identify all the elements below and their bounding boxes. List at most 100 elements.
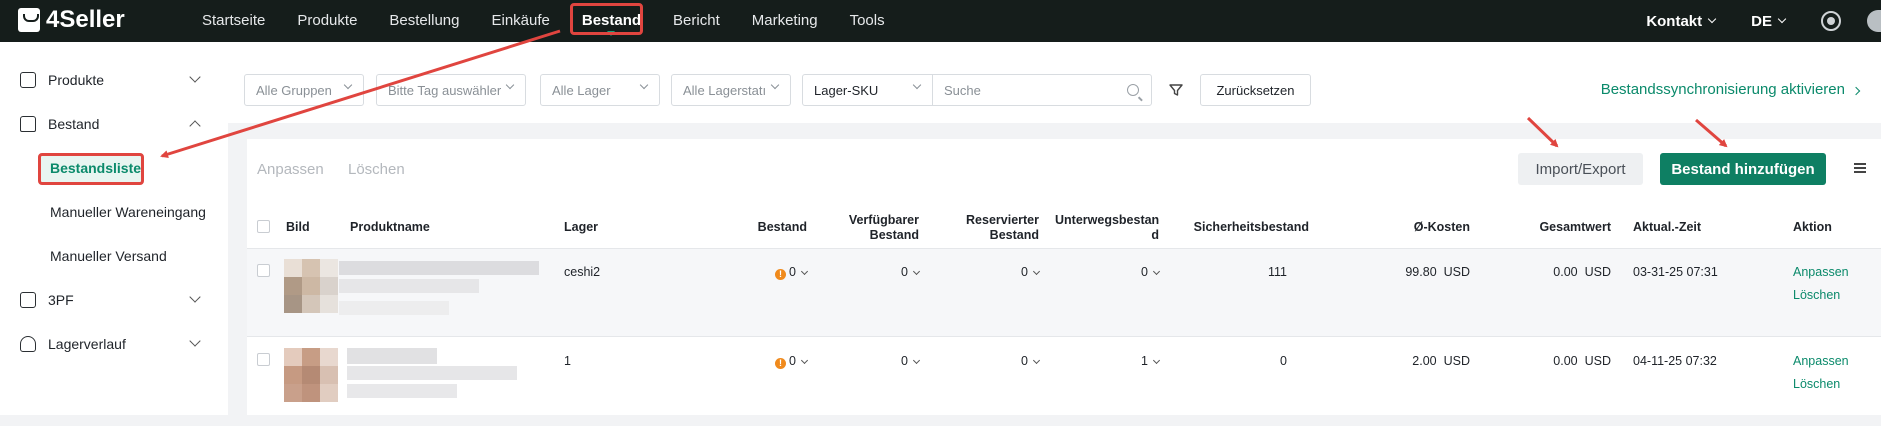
nav-tools[interactable]: Tools <box>834 0 901 42</box>
chevron-down-icon <box>912 80 922 90</box>
chevron-down-icon <box>189 71 201 83</box>
reset-button[interactable]: Zurücksetzen <box>1200 74 1311 106</box>
search-icon <box>1127 84 1139 96</box>
annotation-highlight-nav <box>570 3 643 35</box>
stock-value: 0 <box>789 354 796 368</box>
sync-activate-link[interactable]: Bestandssynchronisierung aktivieren <box>1600 81 1861 98</box>
nav-produkte[interactable]: Produkte <box>281 0 373 42</box>
chevron-down-icon <box>912 356 921 365</box>
column-header-total-value: Gesamtwert <box>1539 220 1611 234</box>
app-logo[interactable]: 4Seller <box>18 6 125 34</box>
column-header-available-line2: Bestand <box>869 228 919 242</box>
reserved-cell[interactable]: 0 <box>957 354 1041 368</box>
row-delete-link[interactable]: Löschen <box>1793 288 1840 302</box>
language-menu[interactable]: DE <box>1751 12 1787 30</box>
filter-bar: Alle Gruppen Bitte Tag auswähler Alle La… <box>228 42 1881 123</box>
row-adjust-link[interactable]: Anpassen <box>1793 265 1849 279</box>
column-header-transit: Unterwegsbestan d <box>1055 213 1159 243</box>
product-image[interactable] <box>284 259 338 313</box>
sidebar-item-label: Bestand <box>48 116 100 132</box>
stock-status-select[interactable]: Alle Lagerstatı <box>671 74 791 106</box>
group-select[interactable]: Alle Gruppen <box>244 74 364 106</box>
column-header-avg-cost: Ø-Kosten <box>1413 220 1470 234</box>
row-checkbox[interactable] <box>257 353 270 366</box>
chevron-right-icon <box>1851 86 1861 96</box>
column-header-available-line1: Verfügbarer <box>848 213 919 227</box>
search-input[interactable]: Suche <box>932 74 1152 106</box>
transit-cell[interactable]: 0 <box>1055 265 1161 279</box>
column-header-reserved-line2: Bestand <box>989 228 1039 242</box>
chevron-down-icon <box>770 80 780 90</box>
reserved-cell[interactable]: 0 <box>957 265 1041 279</box>
safety-stock-cell: 0 <box>1280 354 1287 368</box>
settings-gear-icon[interactable] <box>1821 11 1841 31</box>
add-stock-button[interactable]: Bestand hinzufügen <box>1660 153 1826 185</box>
sidebar-item-label: Produkte <box>48 72 105 88</box>
chevron-down-icon <box>639 80 649 90</box>
language-label: DE <box>1751 12 1772 30</box>
row-checkbox[interactable] <box>257 264 270 277</box>
sidebar-item-lagerverlauf[interactable]: Lagerverlauf <box>0 328 228 360</box>
safety-stock-cell: 111 <box>1267 265 1287 279</box>
sidebar-item-produkte[interactable]: Produkte <box>0 64 228 96</box>
column-header-image: Bild <box>286 220 310 234</box>
chevron-up-icon <box>189 120 201 132</box>
warehouse-select[interactable]: Alle Lager <box>540 74 660 106</box>
chevron-down-icon <box>189 335 201 347</box>
column-header-product: Produktname <box>350 220 430 234</box>
stock-cell[interactable]: ! 0 <box>727 354 809 369</box>
sidebar: Produkte Bestand Bestandsliste Manueller… <box>0 42 228 415</box>
table-row: ceshi2 ! 0 0 0 0 111 99.80 USD 0.00 USD 0… <box>247 249 1881 337</box>
inventory-icon <box>20 116 36 132</box>
nav-bericht[interactable]: Bericht <box>657 0 736 42</box>
column-header-updated: Aktual.-Zeit <box>1633 220 1702 234</box>
sku-type-select[interactable]: Lager-SKU <box>802 74 933 106</box>
avatar[interactable] <box>1867 10 1881 32</box>
sidebar-item-label: 3PF <box>48 292 74 308</box>
delete-bulk-button[interactable]: Löschen <box>348 161 405 178</box>
sidebar-item-label: Lagerverlauf <box>48 336 126 352</box>
contact-label: Kontakt <box>1646 12 1703 30</box>
sidebar-subitem-label: Manueller Wareneingang <box>50 204 206 220</box>
total-currency: USD <box>1584 354 1611 368</box>
chevron-down-icon <box>1707 14 1717 24</box>
sidebar-subitem-manueller-wareneingang[interactable]: Manueller Wareneingang <box>0 196 228 228</box>
sidebar-subitem-manueller-versand[interactable]: Manueller Versand <box>0 240 228 272</box>
nav-bestellung[interactable]: Bestellung <box>373 0 475 42</box>
select-all-checkbox[interactable] <box>257 220 270 233</box>
product-image[interactable] <box>284 348 338 402</box>
column-header-safety-stock: Sicherheitsbestand <box>1193 220 1309 234</box>
updated-cell: 04-11-25 07:32 <box>1633 354 1717 368</box>
avg-cost-cell: 99.80 USD <box>1347 265 1470 279</box>
transit-cell[interactable]: 1 <box>1055 354 1161 368</box>
stock-cell[interactable]: ! 0 <box>727 265 809 280</box>
available-cell[interactable]: 0 <box>847 265 921 279</box>
column-settings-icon[interactable] <box>1854 163 1866 173</box>
sidebar-item-bestand[interactable]: Bestand <box>0 108 228 140</box>
shopping-bag-icon <box>18 8 40 32</box>
nav-marketing[interactable]: Marketing <box>736 0 834 42</box>
chevron-down-icon <box>1032 356 1041 365</box>
chevron-down-icon <box>1777 14 1787 24</box>
available-cell[interactable]: 0 <box>847 354 921 368</box>
avg-cost-currency: USD <box>1443 354 1470 368</box>
row-adjust-link[interactable]: Anpassen <box>1793 354 1849 368</box>
import-export-button[interactable]: Import/Export <box>1518 153 1643 185</box>
reserved-value: 0 <box>1021 354 1028 368</box>
contact-menu[interactable]: Kontakt <box>1646 12 1717 30</box>
column-header-action: Aktion <box>1793 220 1832 234</box>
warning-icon: ! <box>775 358 787 369</box>
sidebar-subitem-bestandsliste[interactable]: Bestandsliste <box>0 152 228 184</box>
nav-einkaeufe[interactable]: Einkäufe <box>475 0 565 42</box>
sidebar-item-3pf[interactable]: 3PF <box>0 284 228 316</box>
nav-startseite[interactable]: Startseite <box>186 0 281 42</box>
row-delete-link[interactable]: Löschen <box>1793 377 1840 391</box>
adjust-bulk-button[interactable]: Anpassen <box>257 161 324 178</box>
chevron-down-icon <box>343 80 353 90</box>
column-header-transit-line1: Unterwegsbestan <box>1055 213 1160 227</box>
tag-select[interactable]: Bitte Tag auswähler <box>376 74 526 106</box>
sync-link-label: Bestandssynchronisierung aktivieren <box>1600 81 1845 98</box>
funnel-filter-icon[interactable] <box>1168 82 1184 98</box>
warehouse-cell: 1 <box>564 354 571 368</box>
avg-cost-value: 99.80 <box>1405 265 1437 279</box>
